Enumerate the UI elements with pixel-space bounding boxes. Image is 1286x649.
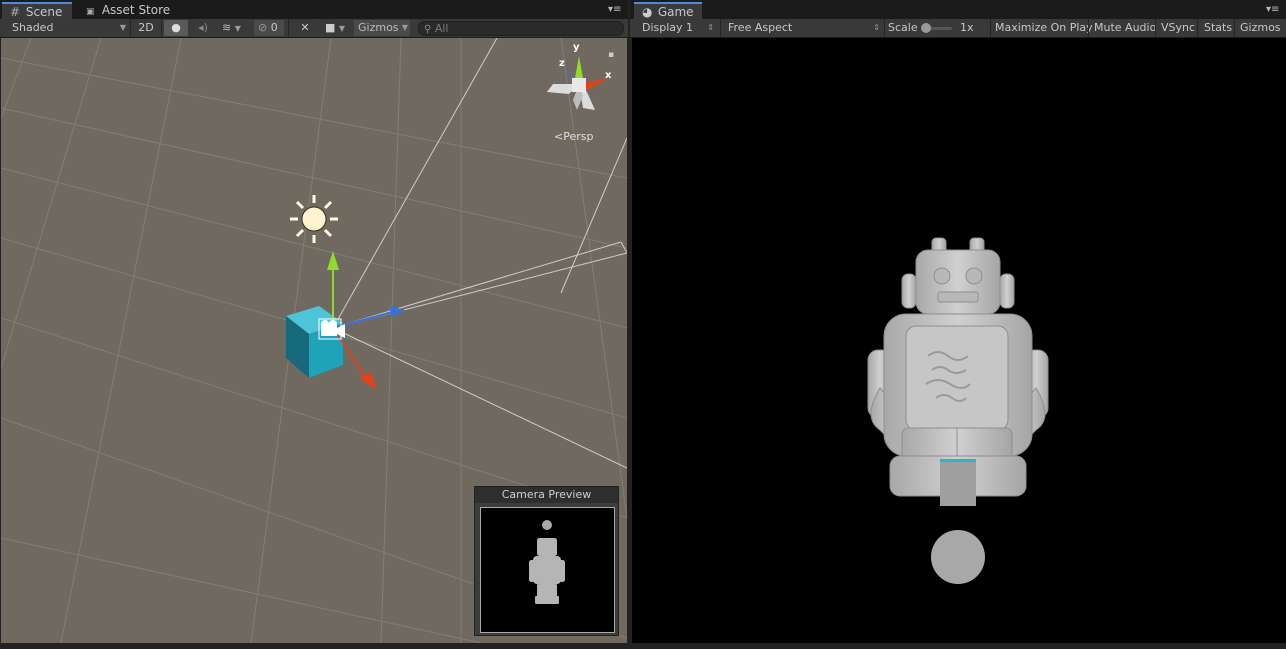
sphere-object: [931, 530, 985, 584]
perspective-label: Persp: [563, 130, 594, 143]
robot-base-highlight: [940, 459, 976, 462]
robot-base-block: [940, 462, 976, 506]
aspect-label: Free Aspect: [728, 21, 793, 34]
game-panel: ◕ Game ▾≡ Display 1 ⇕ Free Aspect ⇕ Scal…: [630, 0, 1286, 649]
search-placeholder: All: [434, 22, 449, 35]
gizmos-dropdown[interactable]: Gizmos ▼: [354, 20, 410, 36]
audio-toggle[interactable]: ◂): [192, 20, 214, 36]
cube-object: [286, 306, 343, 378]
vsync-toggle[interactable]: VSync: [1161, 20, 1195, 36]
hidden-objects-toggle[interactable]: ⊘ 0: [254, 20, 284, 36]
chevron-down-icon: ▼: [401, 23, 408, 32]
game-viewport[interactable]: [632, 38, 1286, 643]
scene-tab-bar: # Scene ▣ Asset Store ▾≡: [0, 0, 628, 20]
divider: [161, 19, 162, 37]
stats-toggle[interactable]: Stats: [1204, 20, 1232, 36]
divider: [720, 19, 721, 37]
directional-light-icon: [290, 195, 338, 243]
scene-toolbar: Shaded ▼ 2D ● ◂) ≋ ▼ ⊘ 0 ✕ ■ ▼ Gizmos ▼: [0, 19, 628, 38]
mini-robot: [529, 520, 565, 604]
mute-audio-toggle[interactable]: Mute Audio: [1094, 20, 1156, 36]
effects-dropdown[interactable]: ≋ ▼: [218, 20, 250, 36]
hidden-count: 0: [270, 21, 278, 34]
tab-scene[interactable]: # Scene: [2, 2, 72, 19]
updown-icon: ⇕: [707, 23, 714, 32]
axis-label-y: y: [573, 42, 580, 53]
gizmos-toggle[interactable]: Gizmos: [1240, 20, 1281, 36]
divider: [1155, 19, 1156, 37]
divider: [1197, 19, 1198, 37]
display-dropdown[interactable]: Display 1 ⇕: [634, 20, 716, 36]
speaker-icon: ◂): [198, 21, 208, 34]
divider: [130, 19, 131, 37]
shading-mode-dropdown[interactable]: Shaded ▼: [4, 20, 128, 36]
scale-slider[interactable]: [921, 23, 952, 33]
camera-settings-dropdown[interactable]: ■ ▼: [322, 20, 352, 36]
scene-panel: # Scene ▣ Asset Store ▾≡ Shaded ▼ 2D ● ◂…: [0, 0, 628, 649]
orientation-gizmo[interactable]: [539, 42, 619, 122]
robot-render: [867, 237, 1049, 584]
updown-icon: ⇕: [873, 23, 880, 32]
axis-label-x: x: [605, 70, 612, 81]
divider: [1088, 19, 1089, 37]
camera-gizmo-icon: [318, 318, 345, 340]
2d-mode-toggle[interactable]: 2D: [134, 20, 158, 36]
tab-asset-store[interactable]: ▣ Asset Store: [78, 2, 178, 19]
scene-search-field[interactable]: ⚲ All: [418, 21, 624, 36]
search-icon: ⚲: [424, 24, 432, 35]
scale-label: Scale: [888, 21, 918, 34]
camera-preview-render: [480, 507, 615, 633]
tab-scene-label: Scene: [25, 5, 63, 19]
gizmos-label: Gizmos: [358, 21, 399, 34]
divider: [1234, 19, 1235, 37]
tab-asset-store-label: Asset Store: [101, 3, 171, 17]
game-toolbar: Display 1 ⇕ Free Aspect ⇕ Scale 1x Maxim…: [630, 19, 1286, 38]
robot-model: [867, 237, 1049, 497]
eye-slash-icon: ⊘: [258, 21, 268, 34]
divider: [288, 19, 289, 37]
tools-button[interactable]: ✕: [294, 20, 316, 36]
scale-slider-thumb[interactable]: [921, 23, 931, 33]
panel-menu-icon[interactable]: ▾≡: [608, 4, 621, 15]
camera-preview-window: Camera Preview: [474, 486, 619, 636]
tools-icon: ✕: [300, 21, 310, 34]
perspective-toggle[interactable]: <Persp: [554, 130, 593, 143]
tab-game[interactable]: ◕ Game: [634, 2, 702, 19]
chevron-down-icon: ▼: [234, 24, 241, 33]
scale-value: 1x: [960, 21, 974, 34]
shading-mode-label: Shaded: [12, 21, 54, 34]
lock-icon[interactable]: ▪: [608, 50, 614, 60]
chevron-down-icon: ▼: [338, 24, 346, 33]
chevron-down-icon: ▼: [119, 23, 126, 32]
camera-icon: ■: [325, 21, 336, 34]
lighting-toggle[interactable]: ●: [164, 20, 188, 36]
aspect-dropdown[interactable]: Free Aspect ⇕: [722, 20, 882, 36]
camera-preview-title: Camera Preview: [475, 487, 618, 503]
panel-menu-icon[interactable]: ▾≡: [1266, 4, 1279, 15]
layers-icon: ≋: [222, 21, 232, 34]
divider: [990, 19, 991, 37]
scene-viewport[interactable]: y x z ▪ <Persp Camera Preview: [1, 38, 627, 643]
axis-label-z: z: [559, 58, 565, 69]
display-label: Display 1: [642, 21, 694, 34]
maximize-on-play-toggle[interactable]: Maximize On Play: [995, 20, 1093, 36]
divider: [884, 19, 885, 37]
lightbulb-icon: ●: [171, 21, 181, 34]
tab-game-label: Game: [657, 5, 694, 19]
game-tab-bar: ◕ Game ▾≡: [630, 0, 1286, 20]
perspective-icon: <: [554, 130, 564, 143]
